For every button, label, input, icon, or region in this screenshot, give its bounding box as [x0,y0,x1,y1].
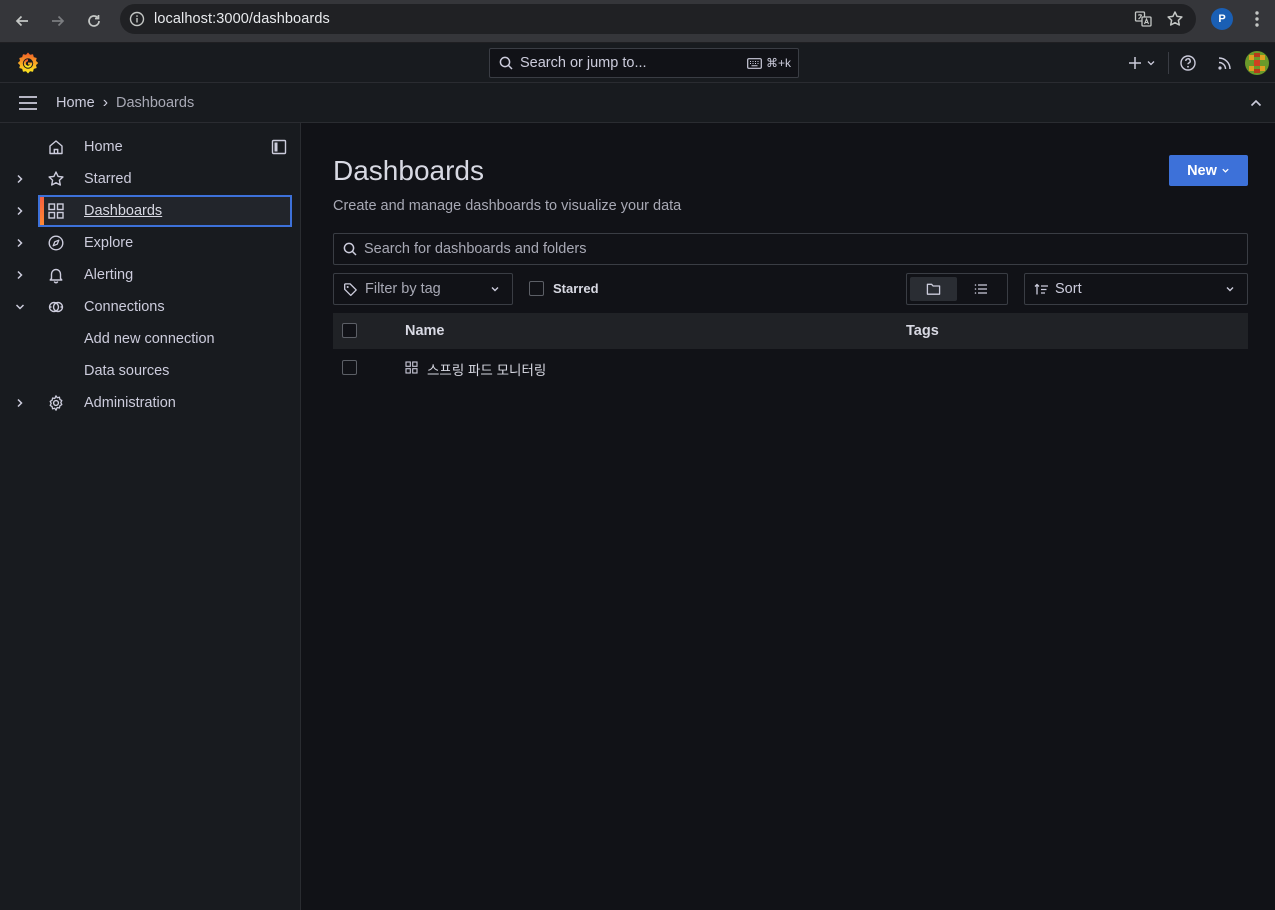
page-subtitle: Create and manage dashboards to visualiz… [333,198,682,214]
column-header-tags: Tags [906,323,939,339]
breadcrumb-bar: Home › Dashboards [0,83,1275,123]
chevron-right-icon[interactable] [14,269,26,281]
folder-view-button[interactable] [910,277,957,301]
sidebar-item-explore[interactable]: Explore [0,227,300,259]
table-header: Name Tags [333,313,1248,349]
chevron-down-icon [490,284,500,294]
sidebar-item-label: Add new connection [84,331,215,347]
chevron-right-icon[interactable] [14,237,26,249]
main-content: Dashboards Create and manage dashboards … [301,123,1275,910]
chevron-down-icon [1225,284,1235,294]
keyboard-shortcut-hint: ⌘+k [747,56,791,70]
chevron-right-icon[interactable] [14,205,26,217]
home-icon [47,138,65,156]
grafana-logo[interactable] [16,51,40,75]
view-toggle [906,273,1008,305]
grafana-topbar: Search or jump to... ⌘+k [0,43,1275,83]
sort-icon [1034,283,1049,296]
bell-icon [47,266,65,284]
breadcrumb-current: Dashboards [116,94,195,111]
select-all-checkbox[interactable] [342,323,357,338]
sidebar-item-label: Explore [84,235,134,251]
new-button-label: New [1187,162,1217,179]
table-row[interactable]: 스프링 파드 모니터링 [333,349,1248,385]
plus-icon [1129,57,1141,69]
add-new-dropdown[interactable] [1128,56,1156,70]
column-header-name[interactable]: Name [405,323,445,339]
star-icon [47,170,65,188]
dashboard-name-link[interactable]: 스프링 파드 모니터링 [427,359,546,379]
chevron-down-icon [1222,168,1229,173]
list-icon [974,284,987,294]
url-text: localhost:3000/dashboards [154,11,330,27]
dashboard-search-input[interactable]: Search for dashboards and folders [333,233,1248,265]
news-rss-icon[interactable] [1217,55,1233,71]
starred-label: Starred [553,281,599,296]
sidebar-item-label: Dashboards [84,203,163,219]
page-title: Dashboards [333,155,484,186]
divider [1168,52,1169,74]
user-avatar[interactable] [1245,51,1269,75]
sidebar-item-label: Starred [84,171,132,187]
sort-select[interactable]: Sort [1024,273,1248,305]
connections-icon [47,298,65,316]
translate-icon[interactable] [1134,10,1152,28]
folder-icon [926,283,941,295]
sidebar-item-dashboards[interactable]: Dashboards [0,195,300,227]
chevron-up-icon[interactable] [1249,96,1263,110]
sidebar: Home Starred Dashboards Explore Alerting [0,123,301,910]
reload-icon[interactable] [76,2,112,40]
tag-filter-placeholder: Filter by tag [365,281,441,297]
list-view-button[interactable] [957,277,1004,301]
back-icon[interactable] [4,2,40,40]
sidebar-item-alerting[interactable]: Alerting [0,259,300,291]
sidebar-item-label: Alerting [84,267,134,283]
sort-label: Sort [1055,281,1082,297]
browser-profile-avatar[interactable]: P [1211,8,1233,30]
browser-menu-icon[interactable] [1249,9,1265,29]
sidebar-item-data-sources[interactable]: Data sources [0,355,300,387]
dashboard-grid-icon [405,361,418,374]
sidebar-item-add-new-connection[interactable]: Add new connection [0,323,300,355]
search-placeholder: Search for dashboards and folders [364,241,587,257]
starred-checkbox[interactable] [529,281,544,296]
help-icon[interactable] [1179,54,1197,72]
chevron-right-icon[interactable] [14,397,26,409]
bookmark-star-icon[interactable] [1166,10,1184,28]
sidebar-item-home[interactable]: Home [0,131,300,163]
apps-icon [47,202,65,220]
chevron-right-icon[interactable] [14,173,26,185]
search-icon [499,56,513,70]
new-button[interactable]: New [1169,155,1248,186]
row-checkbox[interactable] [342,360,357,375]
global-search-placeholder: Search or jump to... [520,55,647,71]
site-info-icon[interactable] [120,11,154,27]
sidebar-item-label: Home [84,139,123,155]
sidebar-item-administration[interactable]: Administration [0,387,300,419]
active-accent-bar [40,197,44,225]
sidebar-item-label: Administration [84,395,176,411]
sidebar-item-label: Data sources [84,363,170,379]
cog-icon [47,394,65,412]
keyboard-icon [747,57,762,69]
browser-toolbar: localhost:3000/dashboards P [0,0,1275,43]
chevron-down-icon [1147,61,1155,66]
compass-icon [47,234,65,252]
global-search-bar[interactable]: Search or jump to... ⌘+k [489,48,799,78]
tag-filter-select[interactable]: Filter by tag [333,273,513,305]
menu-toggle-icon[interactable] [0,95,56,111]
tag-icon [343,282,358,297]
breadcrumb-separator: › [102,93,109,111]
active-highlight [38,195,292,227]
search-icon [343,242,357,256]
address-bar[interactable]: localhost:3000/dashboards [120,4,1196,34]
chevron-down-icon[interactable] [14,301,26,313]
forward-icon[interactable] [40,2,76,40]
sidebar-item-starred[interactable]: Starred [0,163,300,195]
starred-filter[interactable]: Starred [529,281,599,296]
sidebar-item-connections[interactable]: Connections [0,291,300,323]
breadcrumb-home[interactable]: Home [56,95,95,111]
sidebar-item-label: Connections [84,299,165,315]
